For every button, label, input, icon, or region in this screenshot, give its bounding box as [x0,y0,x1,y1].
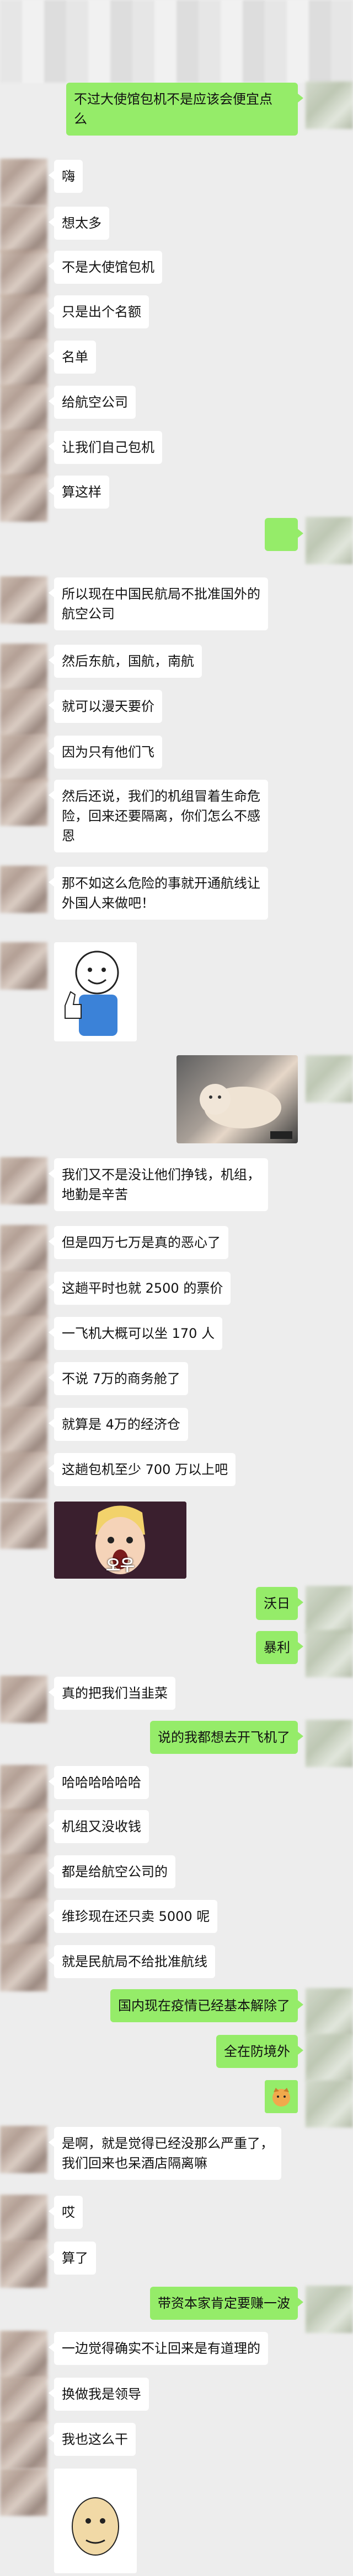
avatar[interactable] [0,2240,47,2288]
avatar[interactable] [0,2377,47,2424]
avatar[interactable] [306,2080,353,2127]
avatar[interactable] [0,1452,47,1499]
avatar[interactable] [0,385,47,432]
cat-video-thumbnail[interactable] [176,1055,298,1143]
avatar[interactable] [306,1630,353,1677]
message-bubble[interactable]: 就是民航局不给批准航线 [49,1945,215,1978]
message-bubble[interactable]: 国内现在疫情已经基本解除了 [110,1989,303,2022]
avatar[interactable] [306,82,353,129]
message-bubble[interactable]: 一飞机大概可以坐 170 人 [48,1317,223,1350]
avatar[interactable] [0,1899,47,1946]
message-bubble[interactable]: 不过大使馆包机不是应该会便宜点 么 [66,83,303,136]
message-bubble[interactable]: 名单 [49,341,96,374]
avatar[interactable] [0,1676,47,1723]
avatar[interactable] [0,942,47,990]
avatar[interactable] [0,1765,47,1812]
message-bubble[interactable]: 我也这么干 [49,2423,136,2456]
message-bubble[interactable]: 一边觉得确实不让回来是有道理的 [49,2332,268,2365]
avatar[interactable] [0,159,47,206]
message-bubble[interactable]: 想太多 [49,207,109,240]
message-bubble[interactable]: 都是给航空公司的 [49,1855,175,1888]
message-bubble[interactable]: 算了 [49,2242,96,2275]
avatar[interactable] [0,735,47,782]
avatar[interactable] [0,1502,47,1549]
avatar[interactable] [0,1854,47,1902]
sticker-caption: 오우 [106,1556,135,1574]
avatar[interactable] [0,2195,47,2242]
avatar[interactable] [0,1809,47,1856]
message-bubble[interactable]: 但是四万七万是真的恶心了 [49,1226,228,1259]
avatar[interactable] [306,2286,353,2333]
avatar[interactable] [0,206,47,253]
avatar[interactable] [0,339,47,387]
message-bubble[interactable]: 因为只有他们飞 [49,736,162,769]
message-bubble[interactable]: 机组又没收钱 [49,1810,149,1843]
avatar[interactable] [0,1316,47,1363]
message-bubble[interactable]: 带资本家肯定要赚一波 [150,2287,303,2320]
message-bubble[interactable]: 全在防境外 [216,2035,303,2068]
avatar[interactable] [306,1988,353,2035]
meme-face-sticker[interactable] [54,2469,137,2573]
avatar[interactable] [306,517,353,564]
avatar[interactable] [0,2422,47,2469]
avatar[interactable] [0,2469,47,2516]
avatar[interactable] [0,1271,47,1318]
message-bubble[interactable]: 就算是 4万的经济仓 [49,1408,188,1441]
avatar[interactable] [0,430,47,477]
avatar[interactable] [0,1407,47,1454]
avatar[interactable] [0,2331,47,2378]
message-bubble[interactable]: 哈哈哈哈哈哈 [49,1766,149,1799]
message-bubble[interactable]: 只是出个名额 [49,295,149,328]
avatar[interactable] [0,1361,47,1408]
message-bubble[interactable]: 算这样 [49,476,109,509]
avatar[interactable] [0,474,47,522]
message-bubble[interactable]: 然后东航，国航，南航 [49,645,202,678]
avatar[interactable] [0,1225,47,1272]
avatar[interactable] [0,294,47,342]
avatar[interactable] [0,1157,47,1205]
avatar[interactable] [0,2126,47,2173]
message-bubble[interactable]: 就可以漫天要价 [49,690,162,723]
avatar[interactable] [0,689,47,736]
message-bubble[interactable]: 说的我都想去开飞机了 [150,1721,303,1754]
message-bubble[interactable]: 真的把我们当韭菜 [49,1677,175,1710]
message-bubble[interactable]: 是啊，就是觉得已经没那么严重了， 我们回来也呆酒店隔离嘛 [49,2127,281,2180]
message-bubble[interactable] [265,518,303,551]
avatar[interactable] [0,250,47,297]
dog-emoji-bubble[interactable] [265,2080,298,2113]
message-bubble[interactable]: 沃日 [256,1587,303,1620]
message-bubble[interactable]: 维珍现在还只卖 5000 呢 [48,1900,218,1933]
avatar[interactable] [306,1586,353,1633]
avatar[interactable] [306,1720,353,1767]
message-bubble[interactable]: 给航空公司 [49,386,136,419]
message-bubble[interactable]: 这趟平时也就 2500 的票价 [48,1272,231,1305]
message-bubble[interactable]: 不说 7万的商务舱了 [49,1362,188,1395]
message-bubble[interactable]: 然后还说，我们的机组冒着生命危 险，回来还要隔离，你们怎么不感 恩 [49,780,268,852]
message-bubble[interactable]: 那不如这么危险的事就开通航线让 外国人来做吧！ [49,867,268,920]
message-bubble[interactable]: 哎 [49,2196,83,2229]
avatar[interactable] [0,866,47,913]
avatar[interactable] [306,2034,353,2081]
message-bubble[interactable]: 我们又不是没让他们挣钱，机组， 地勤是辛苦 [49,1158,268,1211]
message-bubble[interactable]: 所以现在中国民航局不批准国外的 航空公司 [49,577,268,630]
message-bubble[interactable]: 让我们自己包机 [49,431,162,464]
message-bubble[interactable]: 暴利 [256,1631,303,1664]
message-bubble[interactable]: 嗨 [49,160,83,193]
blurred-header [0,0,353,83]
message-bubble[interactable]: 换做我是领导 [49,2378,149,2411]
avatar[interactable] [0,576,47,624]
avatar[interactable] [0,644,47,691]
surprised-face-sticker[interactable]: 오우 [54,1502,186,1579]
thumbs-up-sticker[interactable] [54,942,137,1041]
avatar[interactable] [306,1055,353,1103]
avatar[interactable] [0,1944,47,1991]
message-bubble[interactable]: 这趟包机至少 700 万以上吧 [48,1453,236,1486]
avatar[interactable] [0,779,47,826]
message-bubble[interactable]: 不是大使馆包机 [49,251,162,284]
